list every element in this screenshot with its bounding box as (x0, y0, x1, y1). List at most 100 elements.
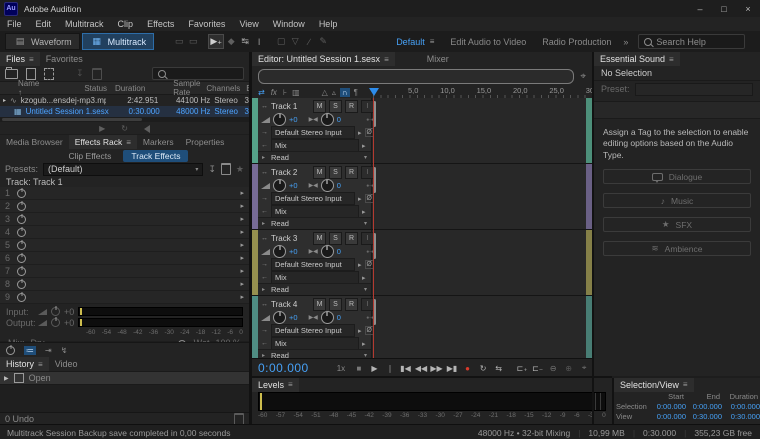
fast-forward-button[interactable]: ▶▶ (429, 364, 445, 373)
ambience-button[interactable]: ≋ Ambience (603, 241, 751, 256)
volume-value[interactable]: +0 (289, 115, 298, 124)
pan-knob[interactable] (321, 311, 334, 324)
selection-duration[interactable]: 0:00.000 (722, 402, 760, 411)
power-icon[interactable] (17, 202, 26, 211)
automation-expand-icon[interactable]: ▸ (262, 154, 265, 161)
output-gain-value[interactable]: +0 (64, 318, 74, 328)
output-power-icon[interactable] (51, 318, 60, 327)
effect-slot[interactable]: 8 ▸ (0, 278, 249, 291)
col-name[interactable]: Name ↑ (18, 79, 39, 97)
waveform-view-button[interactable]: ▤ Waveform (5, 33, 80, 50)
clip-effects-tab[interactable]: Clip Effects (61, 150, 120, 162)
selection-view-menu-icon[interactable]: ≡ (683, 380, 688, 389)
tab-markers[interactable]: Markers (137, 135, 180, 149)
track-input-select[interactable]: Default Stereo Input (271, 258, 355, 271)
navigate-icon[interactable]: ⌖ (580, 71, 586, 82)
file-row[interactable]: ▸ ∿ kzogub...ensdej-mp3.mp3 2:42.951 441… (0, 95, 249, 106)
time-display[interactable]: 0:00.000 (258, 361, 309, 375)
chevron-right-icon[interactable]: ▸ (362, 274, 366, 282)
slip-tool-icon[interactable]: ↹ (238, 36, 252, 47)
track-input-select[interactable]: Default Stereo Input (271, 126, 355, 139)
chevron-right-icon[interactable]: ▸ (362, 208, 366, 216)
track-lane[interactable] (371, 164, 586, 229)
pencil-tool-icon[interactable]: ✎ (316, 36, 330, 47)
files-loop-icon[interactable]: ↻ (121, 124, 128, 133)
col-sample-rate[interactable]: Sample Rate (173, 79, 200, 97)
input-power-icon[interactable] (51, 307, 60, 316)
chevron-right-icon[interactable]: ▸ (362, 340, 366, 348)
chevron-right-icon[interactable]: ▸ (240, 254, 244, 262)
music-button[interactable]: ♪ Music (603, 193, 751, 208)
track-input-select[interactable]: Default Stereo Input (271, 324, 355, 337)
expand-icon[interactable]: ▸ (3, 97, 6, 104)
track-drag-icon[interactable]: ↔ (261, 169, 268, 176)
overview-navigator[interactable] (258, 69, 574, 84)
solo-button[interactable]: S (329, 232, 342, 245)
marquee-tool-icon[interactable]: ▢ (274, 36, 288, 47)
power-icon[interactable] (17, 293, 26, 302)
scroll-sync-icon[interactable]: ⇄ (258, 88, 265, 97)
files-hscrollbar[interactable] (2, 118, 142, 121)
dialogue-button[interactable]: Dialogue (603, 169, 751, 184)
tab-levels[interactable]: Levels ≡ (252, 378, 299, 392)
tab-editor[interactable]: Editor: Untitled Session 1.sesx ≡ (252, 52, 395, 66)
files-play-icon[interactable]: ▶ (99, 124, 105, 133)
input-gain-value[interactable]: +0 (64, 307, 74, 317)
pan-knob[interactable] (321, 245, 334, 258)
view-end[interactable]: 0:30.000 (686, 412, 722, 421)
rack-lightning-icon[interactable]: ↯ (61, 346, 68, 355)
effect-slot[interactable]: 6 ▸ (0, 252, 249, 265)
power-icon[interactable] (17, 215, 26, 224)
chevron-right-icon[interactable]: ▸ (240, 280, 244, 288)
menu-item[interactable]: Clip (111, 19, 141, 29)
pan-value[interactable]: 0 (337, 247, 341, 256)
effect-slot[interactable]: 4 ▸ (0, 226, 249, 239)
power-icon[interactable] (17, 280, 26, 289)
tab-files[interactable]: Files ≡ (0, 52, 40, 66)
rack-pre-render-icon[interactable]: ⇥ (45, 346, 52, 355)
panel-layout2-icon[interactable]: ▭ (186, 36, 200, 47)
menu-item[interactable]: File (0, 19, 29, 29)
import-file-icon[interactable] (26, 68, 36, 80)
rack-power-icon[interactable] (6, 346, 15, 355)
effect-slot[interactable]: 7 ▸ (0, 265, 249, 278)
track-drag-icon[interactable]: ↔ (261, 235, 268, 242)
volume-knob[interactable] (273, 311, 286, 324)
track-lane[interactable] (371, 230, 586, 295)
history-panel-menu-icon[interactable]: ≡ (38, 360, 43, 369)
chevron-down-icon[interactable]: ▾ (364, 154, 367, 161)
menu-item[interactable]: Effects (140, 19, 181, 29)
chevron-down-icon[interactable]: ▾ (364, 220, 367, 227)
chevron-right-icon[interactable]: ▸ (358, 129, 362, 137)
multitrack-view-button[interactable]: ▦ Multitrack (82, 33, 155, 50)
track-effects-tab[interactable]: Track Effects (123, 150, 188, 162)
mute-button[interactable]: M (313, 100, 326, 113)
effect-slot[interactable]: 1 ▸ (0, 187, 249, 200)
chevron-right-icon[interactable]: ▸ (240, 228, 244, 236)
menu-item[interactable]: Window (266, 19, 312, 29)
chevron-right-icon[interactable]: ▸ (358, 261, 362, 269)
timeline-ruler[interactable]: 5,010,015,020,025,030,0 (373, 86, 592, 98)
automation-mode-select[interactable]: Read (268, 350, 352, 358)
mute-button[interactable]: M (313, 166, 326, 179)
tab-mixer[interactable]: Mixer (421, 52, 455, 66)
automation-expand-icon[interactable]: ▸ (262, 220, 265, 227)
mute-button[interactable]: M (313, 298, 326, 311)
menu-item[interactable]: Multitrack (58, 19, 111, 29)
time-selection-tool-icon[interactable]: I (252, 37, 266, 47)
zoom-out-time-button[interactable]: ⊏₋ (530, 364, 546, 373)
col-status[interactable]: Status (84, 84, 107, 93)
files-speaker-icon[interactable] (144, 125, 150, 133)
track-input-select[interactable]: Default Stereo Input (271, 192, 355, 205)
volume-knob[interactable] (273, 245, 286, 258)
power-icon[interactable] (17, 241, 26, 250)
arm-button[interactable]: R (345, 166, 358, 179)
view-start[interactable]: 0:00.000 (652, 412, 686, 421)
chevron-right-icon[interactable]: ▸ (362, 142, 366, 150)
lasso-tool-icon[interactable]: ▽ (288, 36, 302, 47)
chevron-right-icon[interactable]: ▸ (240, 293, 244, 301)
magnet-snap-icon[interactable]: ∩ (340, 88, 350, 97)
automation-expand-icon[interactable]: ▸ (262, 352, 265, 358)
maximize-button[interactable]: □ (712, 1, 736, 17)
track-lane[interactable] (371, 296, 586, 358)
